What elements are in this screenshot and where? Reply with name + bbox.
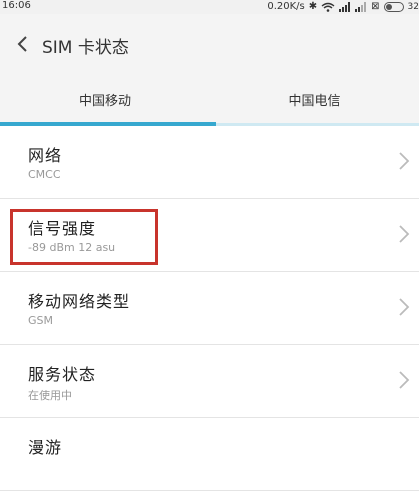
list-item-roaming[interactable]: 漫游 xyxy=(0,418,419,491)
item-subtitle: CMCC xyxy=(28,168,61,181)
signal-icon xyxy=(339,2,351,12)
sim-tabs: 中国移动 中国电信 xyxy=(0,76,419,124)
signal-icon-2 xyxy=(355,2,367,12)
status-bar: 16:06 0.20K/s ✱ ⊠ 32 xyxy=(0,0,419,14)
battery-icon xyxy=(383,2,404,12)
app-header: SIM 卡状态 xyxy=(0,14,419,76)
status-list: 网络 CMCC 信号强度 -89 dBm 12 asu 移动网络类型 GSM 服… xyxy=(0,126,419,491)
wifi-icon xyxy=(321,2,335,12)
item-subtitle: GSM xyxy=(28,314,53,327)
chevron-right-icon xyxy=(399,152,410,170)
item-subtitle: 在使用中 xyxy=(28,389,72,402)
status-extra: 32 xyxy=(407,2,419,12)
page-title: SIM 卡状态 xyxy=(42,38,129,58)
chevron-right-icon xyxy=(399,371,410,389)
list-item-network-type[interactable]: 移动网络类型 GSM xyxy=(0,272,419,345)
item-title: 服务状态 xyxy=(28,365,97,384)
item-title: 移动网络类型 xyxy=(28,292,131,311)
highlight-box xyxy=(10,209,158,265)
item-title: 网络 xyxy=(28,146,63,165)
item-title: 漫游 xyxy=(28,438,63,457)
bluetooth-icon: ✱ xyxy=(308,1,318,12)
back-arrow-icon xyxy=(17,36,27,52)
tab-china-telecom[interactable]: 中国电信 xyxy=(210,76,419,122)
network-speed: 0.20K/s xyxy=(267,1,305,12)
list-item-service-state[interactable]: 服务状态 在使用中 xyxy=(0,345,419,418)
chevron-right-icon xyxy=(399,225,410,243)
status-right: 0.20K/s ✱ ⊠ 32 xyxy=(267,0,419,14)
status-time: 16:06 xyxy=(2,0,31,11)
back-button[interactable] xyxy=(10,32,34,56)
chevron-right-icon xyxy=(399,298,410,316)
tab-china-mobile[interactable]: 中国移动 xyxy=(0,76,210,122)
close-icon: ⊠ xyxy=(371,1,380,12)
list-item-network[interactable]: 网络 CMCC xyxy=(0,126,419,199)
